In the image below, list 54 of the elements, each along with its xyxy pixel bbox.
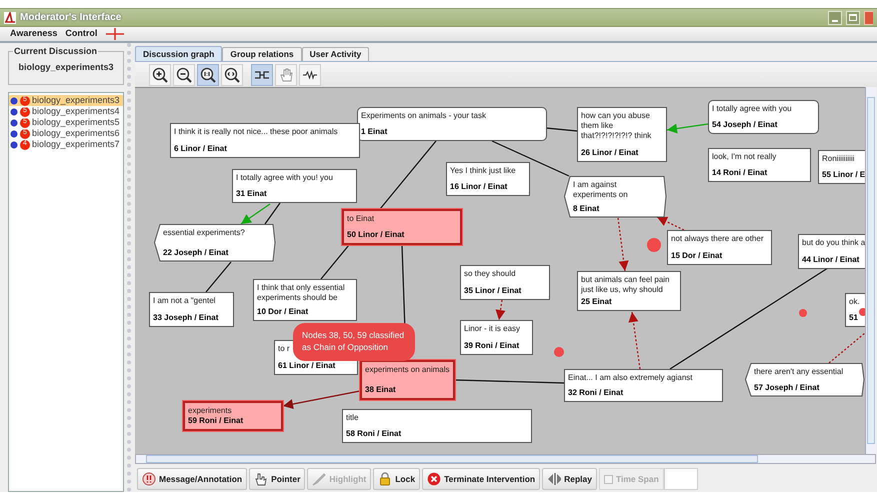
node-author: 31 Einat	[236, 189, 267, 199]
node-text: look, I'm not really	[712, 152, 776, 162]
node-text: Einat... I am also extremely agianst	[568, 373, 692, 383]
node-author: 55 Linor / E	[822, 170, 865, 180]
node-text: how can you abuse them like that?!?!?!?!?!? think	[581, 111, 652, 141]
node-author: 51	[849, 313, 858, 323]
node-author: 8 Einat	[573, 204, 600, 214]
node-author: 6 Linor / Einat	[174, 144, 227, 154]
node-author: 33 Joseph / Einat	[153, 313, 218, 323]
node-text: I think that only essential experiments should be	[257, 283, 346, 303]
node-author: 44 Linor / Einat	[802, 255, 860, 265]
node-author: 61 Linor / Einat	[278, 361, 336, 371]
node-text: ok.	[849, 297, 860, 307]
node-text: I think it is really not nice... these poor animals	[174, 127, 338, 137]
node-author: 50 Linor / Einat	[347, 230, 404, 240]
node-author: 1 Einat	[361, 127, 388, 137]
node-text: I am not a "gentel	[153, 296, 216, 306]
node-text: not always there are other	[671, 234, 764, 244]
node-text: Linor - it is easy	[464, 324, 520, 334]
node-author: 38 Einat	[365, 385, 396, 395]
node-text: experiments on animals	[365, 365, 450, 375]
node-author: 58 Roni / Einat	[346, 429, 402, 439]
node-text: Yes I think just like	[450, 166, 516, 176]
node-text: so they should	[464, 269, 516, 279]
node-author: 14 Roni / Einat	[712, 168, 768, 178]
node-author: 16 Linor / Einat	[450, 182, 508, 192]
node-author: 15 Dor / Einat	[671, 251, 722, 261]
node-author: 54 Joseph / Einat	[712, 120, 778, 130]
node-author: 10 Dor / Einat	[257, 307, 308, 317]
node-text: but animals can feel pain just like us, why should	[581, 275, 670, 295]
node-text: Roniiiiiiiiii	[822, 154, 854, 164]
node-author: 32 Roni / Einat	[568, 388, 624, 398]
annotation-tooltip: Nodes 38, 50, 59 classified as Chain of Opposition	[293, 323, 415, 361]
window-title: Moderator's Interface	[20, 11, 122, 25]
node-author: 59 Roni / Einat	[188, 416, 244, 426]
node-text: I am against experiments on	[573, 180, 629, 200]
node-text: Experiments on animals - your task	[361, 111, 486, 121]
node-text: experiments	[188, 406, 232, 416]
node-text: to Einat	[347, 214, 374, 224]
toolbar-button: Highlight	[307, 468, 372, 490]
node-text: essential experiments?	[163, 228, 245, 238]
node-author: 26 Linor / Einat	[581, 148, 638, 158]
node-author: 39 Roni / Einat	[464, 341, 520, 351]
node-text: title	[346, 413, 358, 423]
node-author: 57 Joseph / Einat	[754, 383, 820, 393]
node-author: 22 Joseph / Einat	[163, 248, 228, 258]
node-text: I totally agree with you	[712, 104, 792, 114]
node-text: to r	[278, 344, 290, 354]
node-text: there aren't any essential	[754, 367, 844, 377]
node-text: I totally agree with you! you	[236, 173, 333, 183]
node-text: but do you think a	[802, 238, 865, 248]
current-discussion: biology_experiments3	[18, 61, 114, 74]
node-author: 25 Einat	[581, 297, 612, 307]
node-author: 35 Linor / Einat	[464, 286, 522, 296]
